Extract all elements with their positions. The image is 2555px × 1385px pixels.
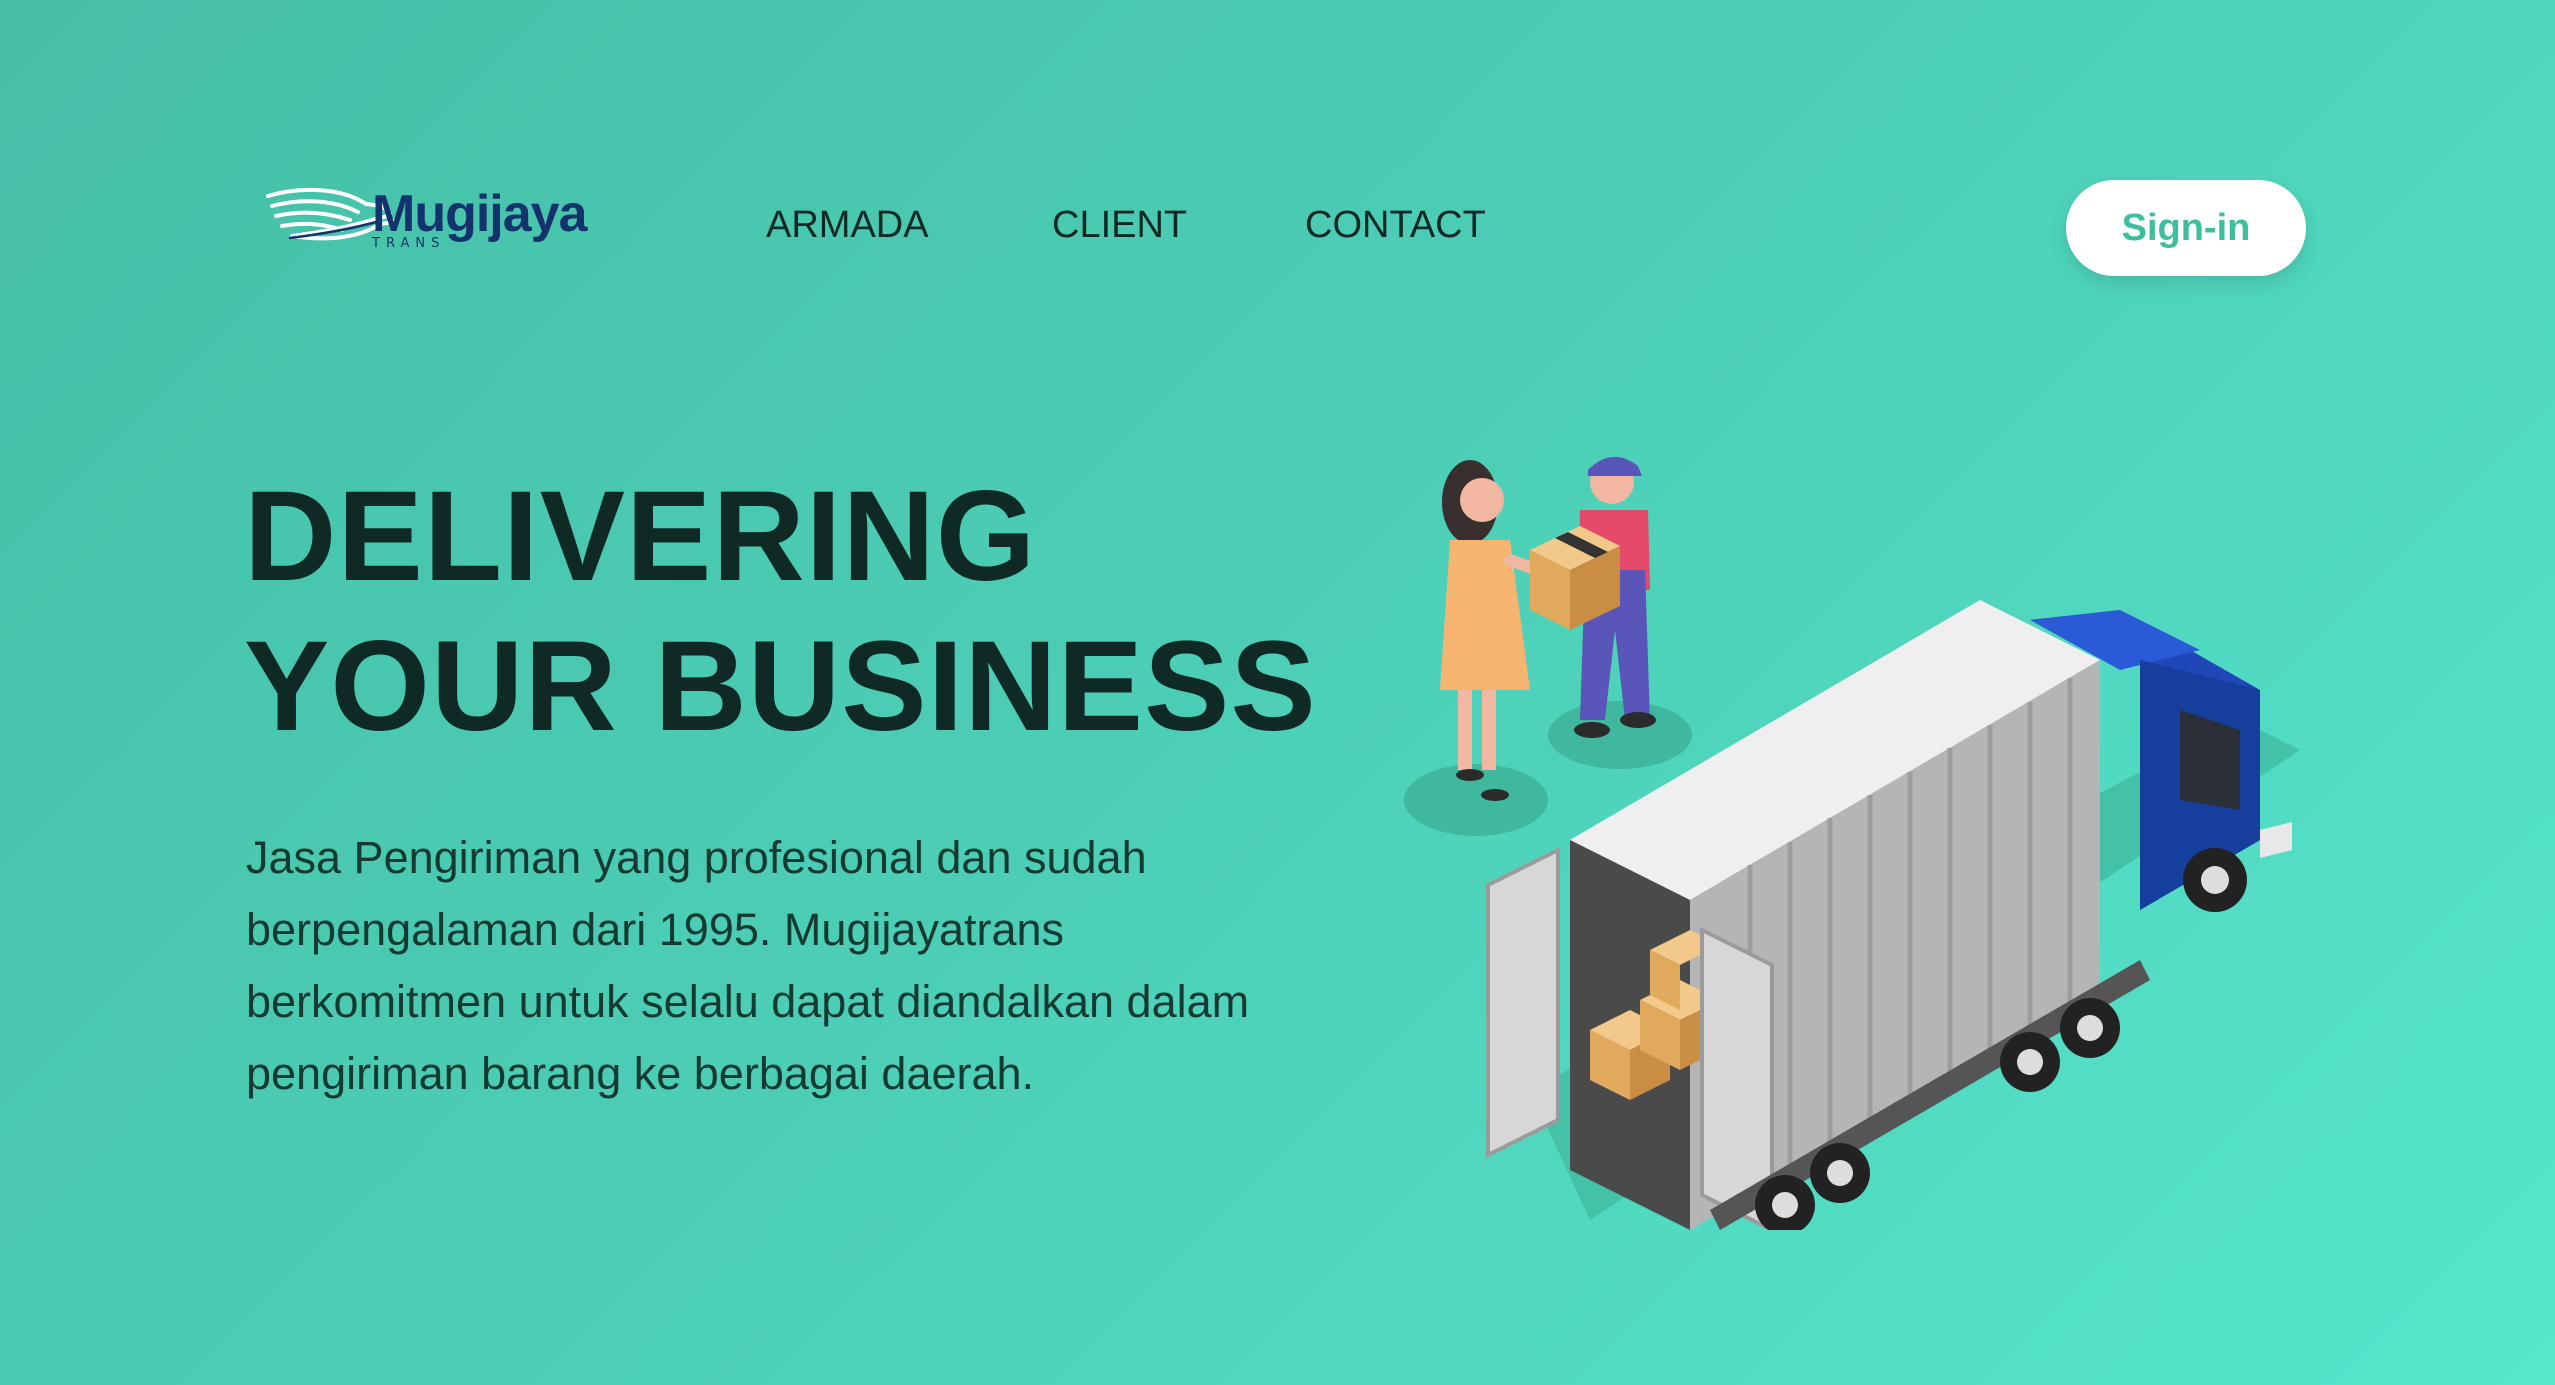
brand-tagline: TRANS — [372, 236, 446, 251]
hero-title-line-1: DELIVERING — [244, 465, 1037, 608]
nav-link-client[interactable]: CLIENT — [1052, 204, 1187, 247]
brand-wordmark: Mugijaya TRANS — [372, 176, 612, 256]
nav-link-armada[interactable]: ARMADA — [766, 204, 929, 247]
sign-in-button[interactable]: Sign-in — [2066, 180, 2306, 276]
hero-description: Jasa Pengiriman yang profesional dan sud… — [246, 832, 1250, 1099]
hero-title-line-2: YOUR BUSINESS — [244, 615, 1317, 758]
nav-link-contact[interactable]: CONTACT — [1305, 204, 1486, 247]
delivery-truck-illustration — [1404, 456, 2300, 1230]
brand-logo[interactable]: Mugijaya TRANS — [262, 176, 642, 256]
hero-title: DELIVERING YOUR BUSINESS — [244, 462, 1394, 762]
brand-name: Mugijaya — [372, 185, 587, 243]
